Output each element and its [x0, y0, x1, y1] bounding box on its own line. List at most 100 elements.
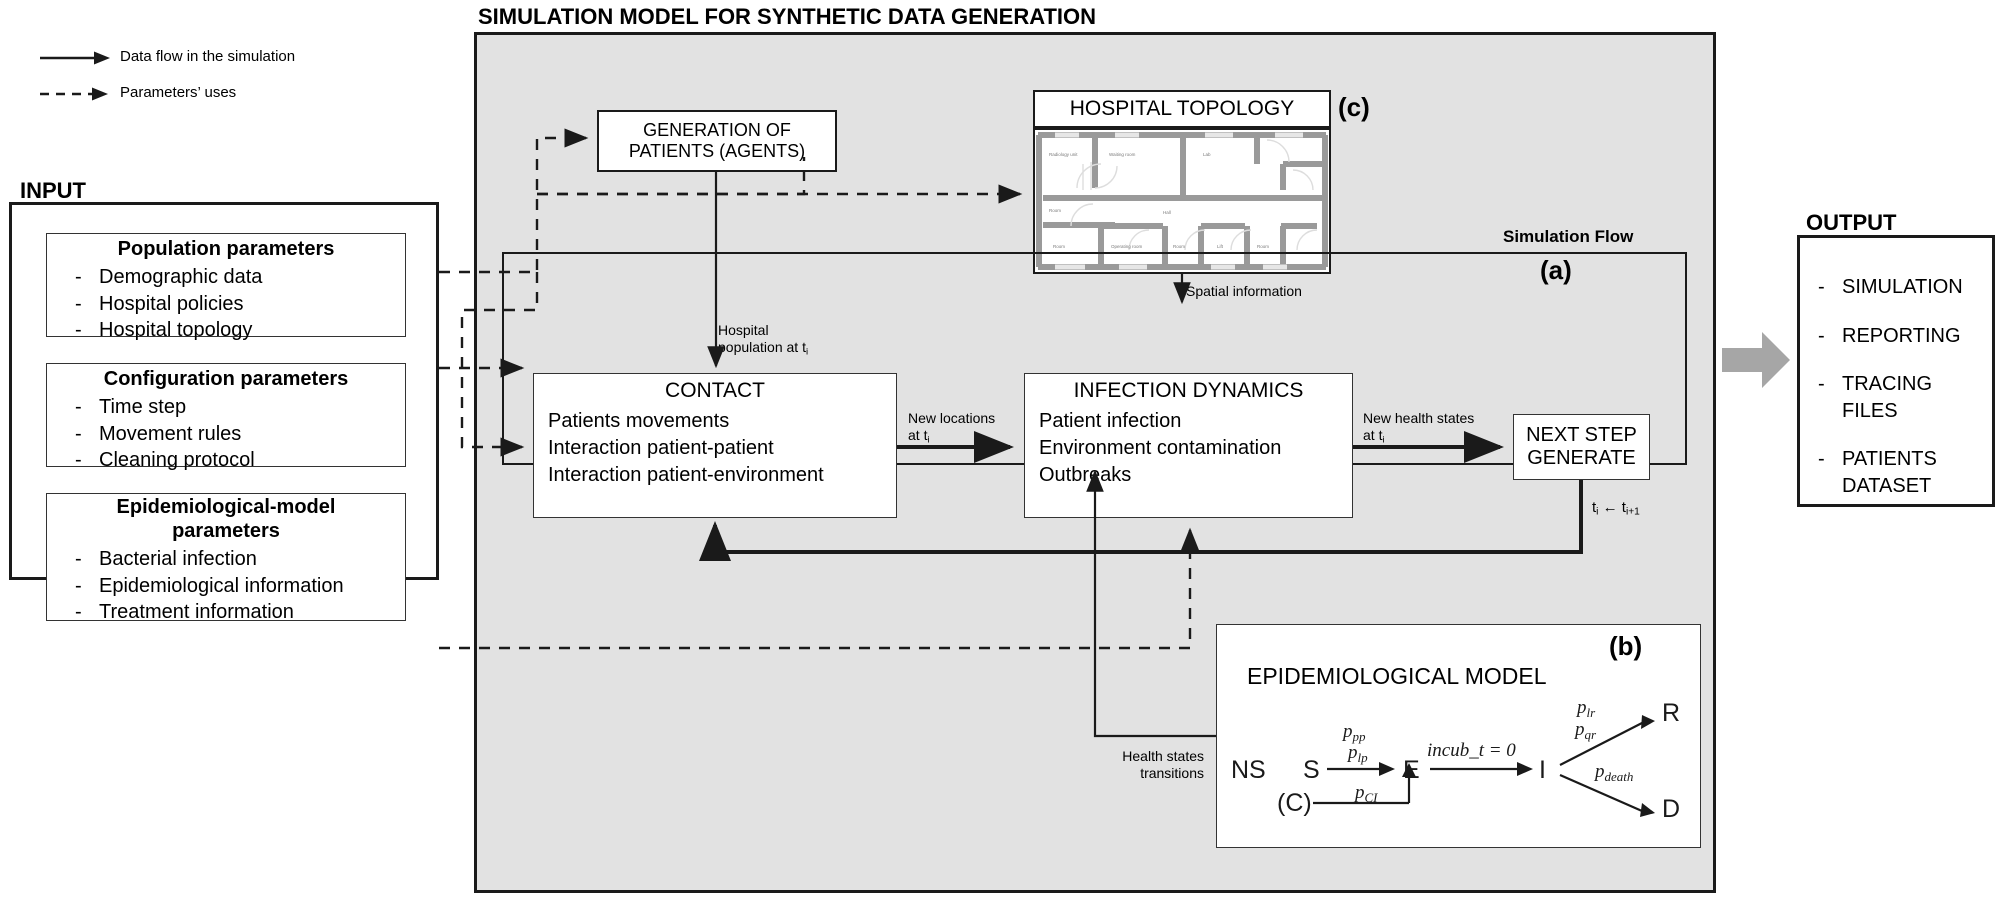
- list-item: - Cleaning protocol: [75, 447, 405, 474]
- dash-icon: -: [75, 396, 82, 418]
- spatial-information-label: Spatial information: [1186, 283, 1302, 299]
- svg-text:Hall: Hall: [1163, 210, 1171, 215]
- list-item: - Treatment information: [75, 599, 405, 626]
- output-item: - SIMULATION: [1818, 274, 1992, 301]
- svg-text:incub_t = 0: incub_t = 0: [1427, 740, 1516, 761]
- epi-state-e: E: [1403, 756, 1420, 784]
- dash-icon: -: [1818, 373, 1825, 396]
- hospital-topology-title: HOSPITAL TOPOLOGY: [1069, 97, 1295, 120]
- output-item: - PATIENTS DATASET: [1818, 446, 1992, 499]
- dash-icon: -: [75, 266, 82, 288]
- epi-state-i: I: [1539, 756, 1546, 784]
- svg-text:Room: Room: [1053, 244, 1065, 249]
- next-step-generate-box: NEXT STEP GENERATE: [1513, 414, 1650, 480]
- output-item: - TRACING FILES: [1818, 371, 1992, 424]
- new-locations-label: New locations at ti: [908, 410, 996, 446]
- solid-arrow-icon: [40, 51, 110, 65]
- legend-item-solid: Data flow in the simulation: [40, 44, 370, 72]
- generation-line1: GENERATION OF: [643, 120, 791, 140]
- dashed-arrow-icon: [40, 87, 108, 101]
- infection-item: Patient infection: [1039, 410, 1182, 432]
- svg-text:plr: plr: [1575, 697, 1596, 720]
- input-group-configuration-title: Configuration parameters: [103, 367, 349, 390]
- input-title: INPUT: [20, 178, 86, 203]
- output-title: OUTPUT: [1806, 210, 1897, 235]
- dash-icon: -: [75, 574, 82, 597]
- hospital-population-label: Hospital population at ti: [718, 322, 809, 358]
- infection-item: Outbreaks: [1039, 464, 1132, 486]
- list-item-label: Time step: [99, 396, 187, 418]
- infection-title: INFECTION DYNAMICS: [1073, 379, 1304, 402]
- dash-icon: -: [75, 548, 82, 570]
- output-item-label: REPORTING: [1842, 324, 1961, 347]
- input-group-population: Population parameters - Demographic data …: [46, 233, 406, 341]
- list-item: - Hospital policies: [75, 291, 405, 318]
- simulation-flow-title: Simulation Flow: [1503, 227, 1634, 246]
- health-states-transitions-label: Health states transitions: [1122, 748, 1204, 781]
- list-item: - Time step: [75, 394, 405, 421]
- input-group-configuration: Configuration parameters - Time step - Mov…: [46, 363, 406, 471]
- legend-label-dashed: Parameters’ uses: [120, 84, 237, 101]
- svg-text:Room: Room: [1257, 244, 1269, 249]
- list-item-label: Bacterial infection: [99, 548, 257, 570]
- simulation-title: SIMULATION MODEL FOR SYNTHETIC DATA GENE…: [478, 4, 1097, 29]
- legend-item-dashed: Parameters’ uses: [40, 80, 370, 108]
- time-increment-label: ti ← ti+1: [1592, 499, 1640, 518]
- svg-text:pqr: pqr: [1573, 719, 1597, 742]
- output-item: - REPORTING: [1818, 323, 1992, 350]
- svg-text:plp: plp: [1346, 742, 1368, 765]
- dash-icon: -: [1818, 276, 1825, 298]
- list-item-label: Treatment information: [99, 601, 294, 624]
- next-step-line1: NEXT STEP: [1526, 424, 1637, 446]
- svg-text:ppp: ppp: [1341, 721, 1366, 744]
- svg-text:Room: Room: [1049, 208, 1061, 213]
- epi-diagram: NS S (C) E I R D ppp plp pCI incub_t = 0…: [1231, 697, 1680, 823]
- contact-item: Interaction patient-patient: [548, 437, 774, 459]
- generation-line2: PATIENTS (AGENTS): [628, 141, 806, 161]
- dash-icon: -: [75, 319, 82, 342]
- input-group-epidemiological: Epidemiological-model parameters - Bacter…: [46, 493, 406, 623]
- output-flow-arrow: [1722, 332, 1790, 388]
- dash-icon: -: [75, 292, 82, 315]
- svg-text:Room: Room: [1173, 244, 1185, 249]
- dash-icon: -: [1818, 324, 1825, 347]
- epidemiological-model-box: (b) EPIDEMIOLOGICAL MODEL NS S (C) E I R…: [1216, 624, 1701, 848]
- list-item-label: Demographic data: [99, 266, 263, 288]
- epi-state-r: R: [1662, 699, 1680, 727]
- dash-icon: -: [75, 449, 82, 472]
- contact-box: CONTACT Patients movements Interaction p…: [533, 373, 897, 518]
- svg-text:Waiting room: Waiting room: [1109, 152, 1136, 157]
- list-item: - Hospital topology: [75, 317, 405, 344]
- infection-dynamics-box: INFECTION DYNAMICS Patient infection Env…: [1024, 373, 1353, 518]
- svg-text:Lab: Lab: [1203, 152, 1211, 157]
- list-item-label: Cleaning protocol: [99, 449, 255, 472]
- dash-icon: -: [1818, 448, 1825, 471]
- epi-state-ns: NS: [1231, 756, 1266, 784]
- contact-item: Interaction patient-environment: [548, 464, 824, 486]
- input-group-population-title: Population parameters: [117, 237, 335, 260]
- list-item-label: Hospital topology: [99, 319, 253, 342]
- list-item-label: Hospital policies: [99, 292, 244, 315]
- next-step-line2: GENERATE: [1527, 447, 1636, 469]
- simulation-flow-tag: (a): [1540, 255, 1572, 285]
- floorplan-icon: Radiology unit Waiting room Lab Room Hal…: [1035, 130, 1329, 272]
- svg-text:Lift: Lift: [1217, 244, 1224, 249]
- new-health-states-label: New health states at ti: [1363, 410, 1475, 446]
- svg-text:Operating room: Operating room: [1111, 244, 1143, 249]
- epi-state-c: (C): [1277, 789, 1312, 817]
- list-item: - Movement rules: [75, 421, 405, 448]
- output-panel: - SIMULATION - REPORTING - TRACING FILES -P…: [1797, 235, 1995, 507]
- list-item: - Bacterial infection: [75, 546, 405, 573]
- hospital-topology-box: HOSPITAL TOPOLOGY: [1033, 90, 1331, 128]
- output-item-label: TRACING FILES: [1842, 373, 1932, 422]
- list-item: - Epidemiological information: [75, 573, 405, 600]
- contact-title: CONTACT: [665, 379, 765, 402]
- list-item-label: Epidemiological information: [99, 574, 344, 597]
- generation-of-patients-box: GENERATION OF PATIENTS (AGENTS): [597, 110, 837, 172]
- input-group-epidemiological-title: Epidemiological-model parameters: [116, 496, 336, 542]
- list-item-label: Movement rules: [99, 422, 242, 445]
- svg-text:pCI: pCI: [1353, 782, 1378, 805]
- epi-state-s: S: [1303, 756, 1320, 784]
- svg-text:Radiology unit: Radiology unit: [1049, 152, 1078, 157]
- list-item: - Demographic data: [75, 264, 405, 291]
